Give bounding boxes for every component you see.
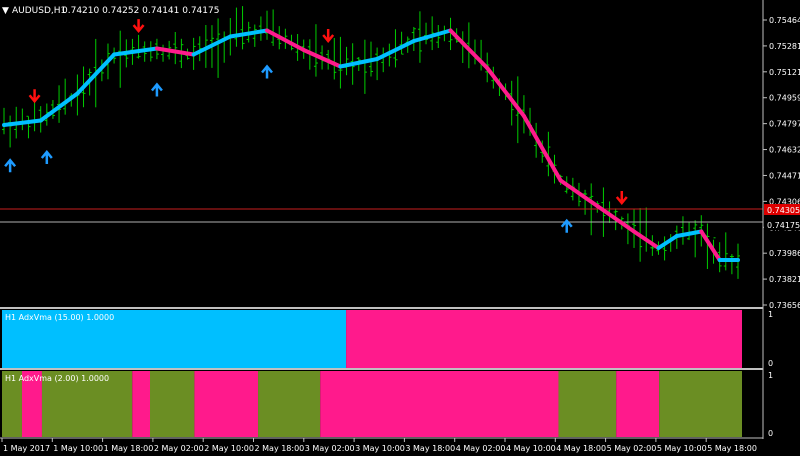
indicator-segment-down (616, 371, 660, 437)
indicator-scale-bottom: 0 (768, 359, 773, 368)
price-tick-label: 0.74959 (769, 94, 800, 103)
price-tick-label: 0.75121 (769, 68, 800, 77)
time-tick-label: 1 May 18:00 (104, 444, 154, 453)
price-tick-label: 0.73656 (769, 301, 800, 310)
indicator-scale-bottom: 0 (768, 429, 773, 438)
indicator-segment-flat (150, 371, 195, 437)
triangle-down-icon[interactable]: ▼ (2, 6, 9, 16)
time-tick-label: 5 May 18:00 (707, 444, 757, 453)
indicator-pane-adxvma-2[interactable] (2, 371, 742, 437)
price-tick-label: 0.74797 (769, 120, 800, 129)
current-price-label: 0.74175 (767, 221, 800, 230)
price-tick-label: 0.73986 (769, 249, 800, 258)
indicator-segment-down (132, 371, 150, 437)
chart-title: AUDUSD,H1 (12, 6, 66, 16)
indicator-segment-flat (258, 371, 321, 437)
indicator-segment-flat (558, 371, 617, 437)
indicator-scale-top: 1 (768, 371, 773, 380)
time-tick-label: 3 May 10:00 (355, 444, 405, 453)
indicator-label: H1 AdxVma (2.00) 1.0000 (5, 374, 109, 383)
time-tick-label: 4 May 18:00 (556, 444, 606, 453)
price-tick-label: 0.75464 (769, 16, 800, 25)
time-tick-label: 5 May 02:00 (607, 444, 657, 453)
ask-price-label: 0.74305 (767, 206, 800, 215)
chart-window[interactable]: ▼ AUDUSD,H1 0.74210 0.74252 0.74141 0.74… (0, 0, 800, 456)
time-tick-label: 2 May 18:00 (255, 444, 305, 453)
indicator-segment-flat (659, 371, 742, 437)
indicator-segment-down (346, 310, 742, 368)
price-tick-label: 0.74632 (769, 146, 800, 155)
price-tick-label: 0.73821 (769, 275, 800, 284)
indicator-label: H1 AdxVma (15.00) 1.0000 (5, 313, 114, 322)
time-tick-label: 3 May 18:00 (405, 444, 455, 453)
indicator-segment-down (320, 371, 559, 437)
time-tick-label: 1 May 2017 (3, 444, 50, 453)
chart-ohlc: 0.74210 0.74252 0.74141 0.74175 (62, 6, 219, 16)
price-tick-label: 0.75281 (769, 42, 800, 51)
time-tick-label: 4 May 10:00 (506, 444, 556, 453)
time-tick-label: 2 May 02:00 (154, 444, 204, 453)
price-tick-label: 0.74471 (769, 171, 800, 180)
indicator-segment-down (194, 371, 259, 437)
time-tick-label: 2 May 10:00 (204, 444, 254, 453)
indicator-scale-top: 1 (768, 310, 773, 319)
time-tick-label: 3 May 02:00 (305, 444, 355, 453)
time-tick-label: 4 May 02:00 (456, 444, 506, 453)
time-tick-label: 1 May 10:00 (53, 444, 103, 453)
time-tick-label: 5 May 10:00 (657, 444, 707, 453)
